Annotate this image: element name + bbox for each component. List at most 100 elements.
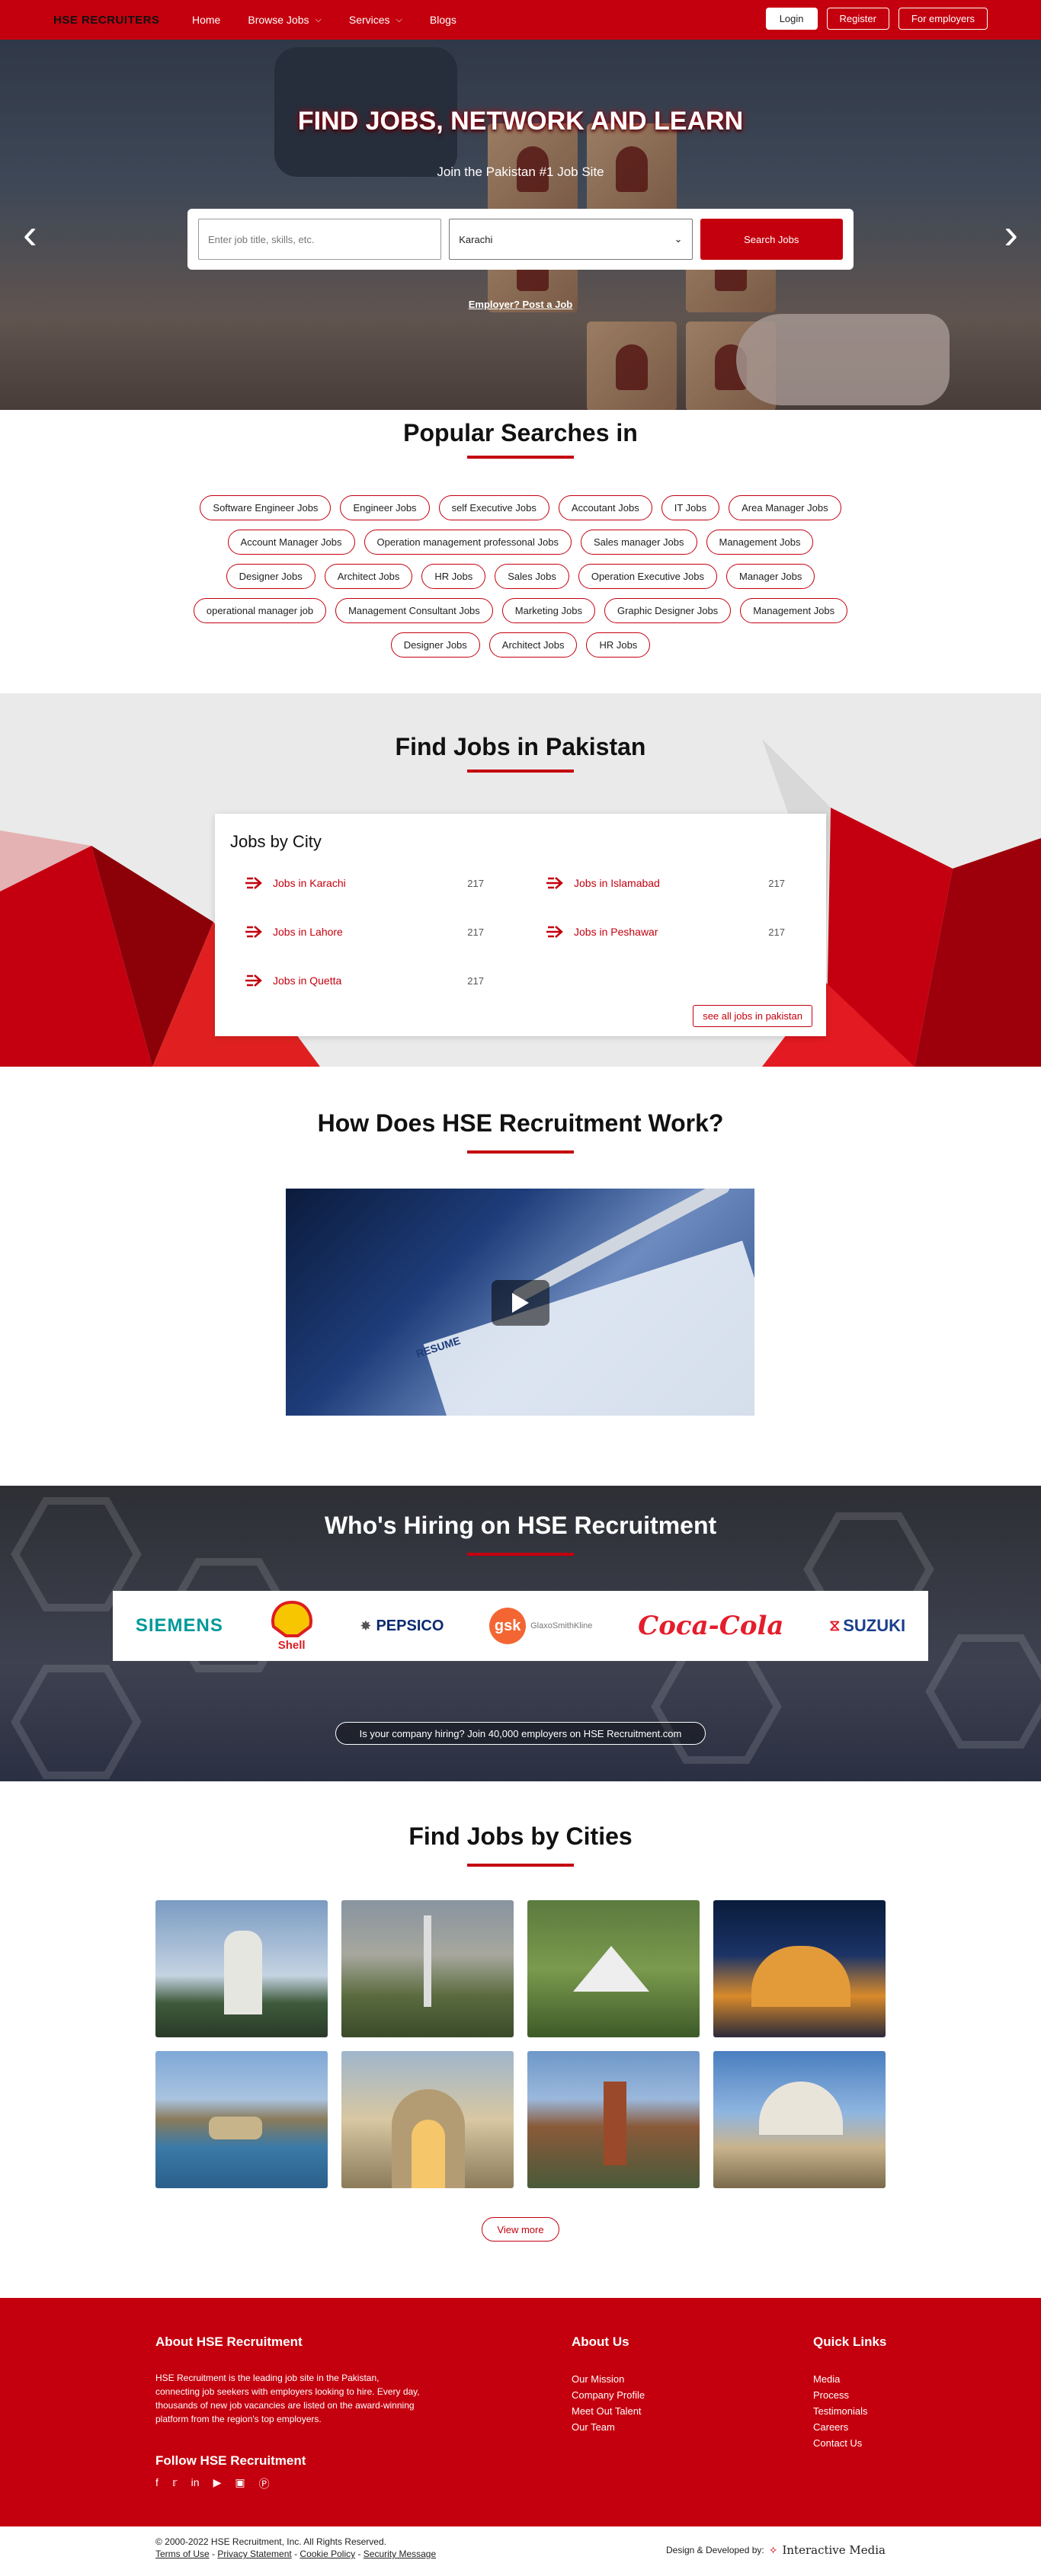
linkedin-icon[interactable]: in: [191, 2476, 200, 2491]
city-photo-grid: [155, 1900, 886, 2188]
terms-link[interactable]: Terms of Use: [155, 2549, 210, 2559]
footer-link-testimonials[interactable]: Testimonials: [813, 2403, 886, 2419]
popular-search-tag[interactable]: Designer Jobs: [390, 632, 480, 658]
popular-search-tag[interactable]: Sales Jobs: [495, 564, 569, 589]
employer-post-job-link[interactable]: Employer? Post a Job: [0, 299, 1041, 310]
siemens-logo[interactable]: SIEMENS: [136, 1615, 223, 1637]
footer-link-media[interactable]: Media: [813, 2371, 886, 2387]
city-job-item[interactable]: Jobs in Karachi 217: [244, 873, 499, 893]
city-photo-faisalabad[interactable]: [527, 2051, 700, 2188]
city-job-item[interactable]: Jobs in Lahore 217: [244, 922, 499, 942]
shell-logo[interactable]: Shell: [269, 1600, 315, 1652]
popular-search-tag[interactable]: Manager Jobs: [725, 564, 815, 589]
city-photo-multan[interactable]: [713, 2051, 886, 2188]
cookie-link[interactable]: Cookie Policy: [299, 2549, 355, 2559]
for-employers-button[interactable]: For employers: [898, 8, 988, 30]
suzuki-logo[interactable]: ⧖ SUZUKI: [829, 1616, 905, 1636]
popular-search-tag[interactable]: self Executive Jobs: [438, 495, 549, 520]
interactive-media-logo[interactable]: Interactive Media: [782, 2543, 886, 2557]
footer-quick-links: Quick Links Media Process Testimonials C…: [813, 2334, 886, 2451]
search-jobs-button[interactable]: Search Jobs: [700, 219, 844, 260]
twitter-icon[interactable]: 𝕣: [172, 2476, 178, 2491]
youtube-icon[interactable]: ▶: [213, 2476, 222, 2491]
popular-search-tag[interactable]: Sales manager Jobs: [580, 530, 697, 555]
coca-cola-logo[interactable]: Coca-Cola: [638, 1611, 783, 1641]
footer-link-company-profile[interactable]: Company Profile: [572, 2387, 645, 2403]
footer-link-process[interactable]: Process: [813, 2387, 886, 2403]
popular-search-tag[interactable]: IT Jobs: [661, 495, 720, 520]
city-job-count: 217: [768, 877, 785, 889]
city-job-link[interactable]: Jobs in Peshawar: [545, 924, 658, 939]
popular-search-tag[interactable]: Software Engineer Jobs: [200, 495, 332, 520]
popular-search-tag[interactable]: Area Manager Jobs: [729, 495, 841, 520]
popular-search-tag[interactable]: Architect Jobs: [488, 632, 578, 658]
login-button[interactable]: Login: [765, 8, 818, 30]
city-job-link[interactable]: Jobs in Karachi: [244, 875, 346, 891]
city-job-link[interactable]: Jobs in Lahore: [244, 924, 343, 939]
view-more-cities-button[interactable]: View more: [482, 2217, 559, 2242]
nav-browse-jobs[interactable]: Browse Jobs ⌵: [248, 14, 322, 26]
how-it-works-video[interactable]: RESUME: [286, 1189, 754, 1416]
city-job-label: Jobs in Quetta: [273, 974, 342, 987]
city-photo-karachi[interactable]: [155, 1900, 328, 2037]
city-job-item[interactable]: Jobs in Quetta 217: [244, 971, 499, 990]
see-all-jobs-button[interactable]: see all jobs in pakistan: [693, 1005, 812, 1027]
title-underline: [467, 1553, 574, 1556]
popular-search-tag[interactable]: Operation Executive Jobs: [578, 564, 717, 589]
city-job-item[interactable]: Jobs in Peshawar 217: [545, 922, 800, 942]
popular-search-tag[interactable]: Designer Jobs: [226, 564, 316, 589]
popular-search-tag[interactable]: HR Jobs: [421, 564, 486, 589]
gsk-logo[interactable]: gsk GlaxoSmithKline: [489, 1608, 592, 1644]
jobs-by-city-card: Jobs by City Jobs in Karachi 217 Jobs in I…: [215, 814, 826, 1036]
city-photo-islamabad[interactable]: [527, 1900, 700, 2037]
register-button[interactable]: Register: [826, 8, 889, 30]
popular-search-tag[interactable]: Marketing Jobs: [501, 598, 595, 623]
popular-search-tag[interactable]: HR Jobs: [586, 632, 651, 658]
city-job-link[interactable]: Jobs in Islamabad: [545, 875, 660, 891]
popular-search-tag[interactable]: Architect Jobs: [324, 564, 413, 589]
city-photo-quetta[interactable]: [155, 2051, 328, 2188]
popular-search-tag[interactable]: Graphic Designer Jobs: [604, 598, 732, 623]
chevron-down-icon: ⌄: [674, 233, 683, 245]
keyword-input[interactable]: Enter job title, skills, etc.: [198, 219, 442, 260]
footer-link-contact-us[interactable]: Contact Us: [813, 2435, 886, 2451]
instagram-icon[interactable]: ▣: [235, 2476, 245, 2491]
site-logo[interactable]: HSE RECRUITERS: [53, 14, 175, 27]
footer-link-our-team[interactable]: Our Team: [572, 2419, 645, 2435]
city-job-link[interactable]: Jobs in Quetta: [244, 973, 341, 988]
facebook-icon[interactable]: f: [155, 2476, 159, 2491]
popular-search-tag[interactable]: Management Jobs: [706, 530, 814, 555]
nav-blogs[interactable]: Blogs: [430, 14, 456, 26]
city-photo-lahore[interactable]: [341, 1900, 514, 2037]
nav-services[interactable]: Services ⌵: [349, 14, 402, 26]
popular-search-tag[interactable]: Management Jobs: [740, 598, 848, 623]
employer-join-cta[interactable]: Is your company hiring? Join 40,000 empl…: [335, 1722, 706, 1745]
footer-link-our-mission[interactable]: Our Mission: [572, 2371, 645, 2387]
city-job-count: 217: [467, 926, 484, 938]
pinterest-icon[interactable]: Ⓟ: [259, 2476, 270, 2491]
city-photo-peshawar[interactable]: [341, 2051, 514, 2188]
popular-tags: Software Engineer Jobs Engineer Jobs self …: [183, 495, 858, 658]
city-select[interactable]: Karachi ⌄: [449, 219, 693, 260]
popular-search-tag[interactable]: Account Manager Jobs: [227, 530, 355, 555]
footer-link-careers[interactable]: Careers: [813, 2419, 886, 2435]
carousel-next-arrow[interactable]: ›: [1004, 209, 1018, 258]
play-button[interactable]: [492, 1280, 549, 1326]
privacy-link[interactable]: Privacy Statement: [217, 2549, 291, 2559]
job-search-form: Enter job title, skills, etc. Karachi ⌄ …: [187, 209, 854, 270]
popular-search-tag[interactable]: Engineer Jobs: [340, 495, 430, 520]
interactive-media-icon: ✧: [768, 2543, 778, 2556]
city-photo-monument[interactable]: [713, 1900, 886, 2037]
carousel-prev-arrow[interactable]: ‹: [23, 209, 37, 258]
footer-link-meet-talent[interactable]: Meet Out Talent: [572, 2403, 645, 2419]
popular-search-tag[interactable]: Operation management professonal Jobs: [364, 530, 572, 555]
popular-search-tag[interactable]: Management Consultant Jobs: [335, 598, 493, 623]
security-link[interactable]: Security Message: [364, 2549, 436, 2559]
popular-search-tag[interactable]: Accoutant Jobs: [558, 495, 652, 520]
pepsico-logo[interactable]: ✸ PEPSICO: [360, 1618, 444, 1635]
city-job-item[interactable]: Jobs in Islamabad 217: [545, 873, 800, 893]
footer-follow-title: Follow HSE Recruitment: [155, 2453, 306, 2468]
nav-home[interactable]: Home: [192, 14, 220, 26]
popular-search-tag[interactable]: operational manager job: [193, 598, 327, 623]
city-list: Jobs in Karachi 217 Jobs in Islamabad 217 Jo…: [244, 873, 800, 990]
